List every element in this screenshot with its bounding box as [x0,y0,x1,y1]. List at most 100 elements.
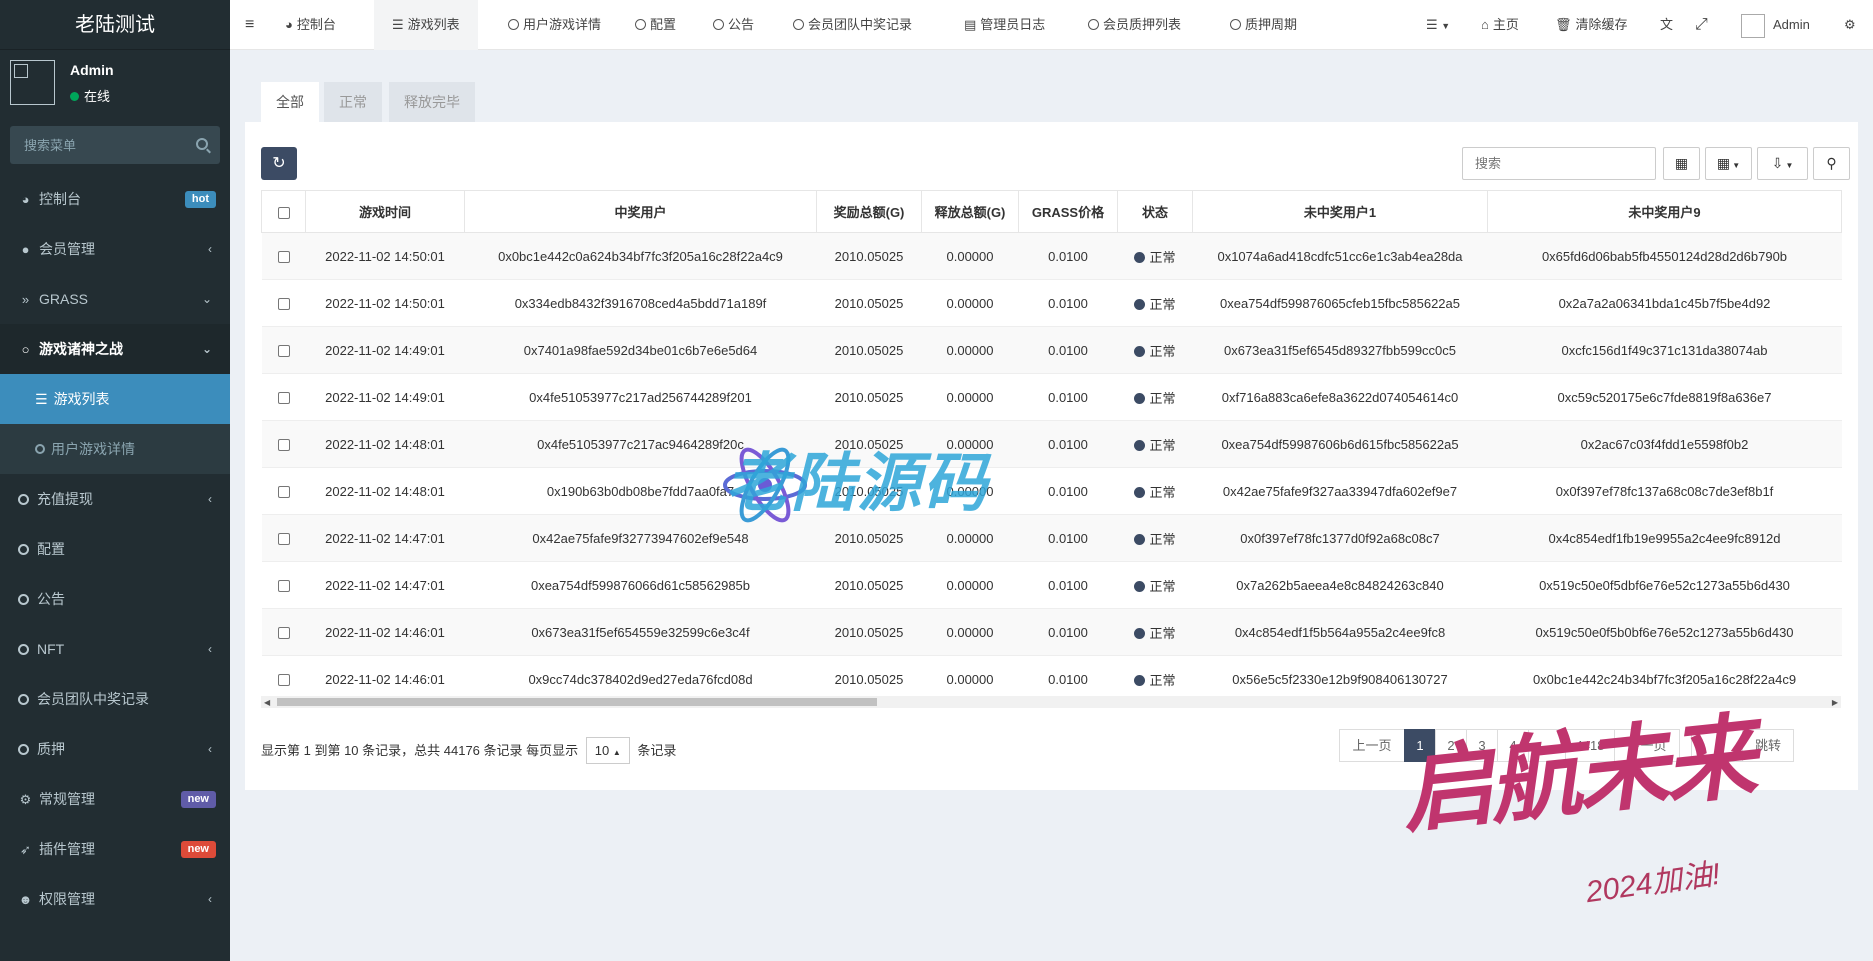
language-icon[interactable]: 文 [1652,0,1681,50]
admin-menu[interactable]: Admin [1733,0,1818,50]
tab-notice[interactable]: 公告 [701,0,766,50]
row-checkbox[interactable] [277,580,290,593]
table-row: 2022-11-02 14:46:01 0x673ea31f5ef654559e3… [261,608,1842,656]
loser-9-cell: 0x0f397ef78fc137a68c08c7de3ef8b1f [1487,467,1842,515]
loser-1-cell: 0x7a262b5aeea4e8c84824263c840 [1192,561,1488,609]
tab-game-list[interactable]: ☰ 游戏列表 [374,0,478,50]
tab-dashboard[interactable]: ◕ 控制台 [273,0,348,50]
tab-user-game-detail[interactable]: 用户游戏详情 [496,0,613,50]
sidebar-item-recharge[interactable]: 充值提现 ‹ [0,474,230,524]
col-header-release-total[interactable]: 释放总额(G) [921,190,1019,233]
row-checkbox[interactable] [277,674,290,687]
row-checkbox[interactable] [277,345,290,358]
table-header-row: 游戏时间 中奖用户 奖励总额(G) 释放总额(G) GRASS价格 状态 未中奖… [261,190,1842,233]
search-toggle-button[interactable]: ⚲ [1813,147,1850,180]
sidebar-item-label: 会员管理 [39,241,95,257]
col-header-grass-price[interactable]: GRASS价格 [1018,190,1118,233]
table-row: 2022-11-02 14:48:01 0x190b63b0db08be7fdd7… [261,467,1842,515]
refresh-button[interactable]: ↻ [261,147,297,180]
table-row: 2022-11-02 14:49:01 0x4fe51053977c217ad25… [261,373,1842,421]
filter-tab-normal[interactable]: 正常 [324,82,382,122]
more-tabs-dropdown[interactable]: ☰ ▼ [1418,0,1458,50]
scroll-left-icon[interactable]: ◀ [264,698,270,707]
tab-member-pledge[interactable]: 会员质押列表 [1076,0,1193,50]
row-checkbox[interactable] [277,627,290,640]
row-checkbox[interactable] [277,439,290,452]
group-icon: ☻ [18,892,33,907]
tab-pledge-cycle[interactable]: 质押周期 [1218,0,1309,50]
row-select-cell [261,561,306,609]
sidebar-item-config[interactable]: 配置 [0,524,230,574]
col-header-status[interactable]: 状态 [1117,190,1193,233]
tab-config[interactable]: 配置 [623,0,688,50]
table-row: 2022-11-02 14:48:01 0x4fe51053977c217ac94… [261,420,1842,468]
page-size-select[interactable]: 10 ▲ [585,737,630,764]
export-button[interactable]: ⇩ ▼ [1757,147,1808,180]
clear-cache-button[interactable]: 🗑 清除缓存 [1547,0,1636,50]
sidebar-item-game-list[interactable]: ☰ 游戏列表 [0,374,230,424]
circle-icon [18,744,29,755]
table-search-input[interactable] [1462,147,1656,180]
circle-icon: ○ [21,342,30,357]
tab-label: 控制台 [296,17,336,32]
table-view-icon: ▦ [1674,155,1689,171]
list-icon: ☰ [392,17,404,32]
col-header-loser-9[interactable]: 未中奖用户9 [1487,190,1842,233]
toggle-view-button[interactable]: ▦ [1663,147,1700,180]
game-time-cell: 2022-11-02 14:46:01 [305,608,465,656]
filter-tab-released[interactable]: 释放完毕 [389,82,475,122]
sidebar-item-nft[interactable]: NFT ‹ [0,624,230,674]
top-navbar: ≡ ◕ 控制台 ☰ 游戏列表 用户游戏详情 配置 公告 会员团队中奖记录 ▤ 管理员日… [230,0,1873,50]
sidebar-item-pledge[interactable]: 质押 ‹ [0,724,230,774]
row-select-cell [261,373,306,421]
sidebar-item-notice[interactable]: 公告 [0,574,230,624]
app-title[interactable]: 老陆测试 [0,0,230,50]
sidebar-item-members[interactable]: ● 会员管理 ‹ [0,224,230,274]
col-header-game-time[interactable]: 游戏时间 [305,190,465,233]
col-header-winner[interactable]: 中奖用户 [464,190,817,233]
sidebar-item-plugins[interactable]: ➶ 插件管理 new [0,824,230,874]
status-cell: 正常 [1117,420,1193,468]
fullscreen-icon[interactable]: ⤢ [1687,0,1716,50]
sidebar-item-user-game-detail[interactable]: 用户游戏详情 [0,424,230,474]
game-time-cell: 2022-11-02 14:49:01 [305,373,465,421]
sidebar-item-team-winning[interactable]: 会员团队中奖记录 [0,674,230,724]
sidebar-item-game[interactable]: ○ 游戏诸神之战 ⌄ [0,324,230,374]
loser-1-cell: 0x42ae75fafe9f327aa33947dfa602ef9e7 [1192,467,1488,515]
release-total-cell: 0.00000 [921,326,1019,374]
row-checkbox[interactable] [277,486,290,499]
winner-cell: 0x7401a98fae592d34be01c6b7e6e5d64 [464,326,817,374]
sidebar-search[interactable] [10,126,220,164]
sidebar-item-dashboard[interactable]: ◕ 控制台 hot [0,174,230,224]
tab-label: 用户游戏详情 [523,17,602,32]
row-checkbox[interactable] [277,298,290,311]
search-icon[interactable] [196,138,208,150]
home-icon: ⌂ [1481,17,1489,32]
tab-admin-log[interactable]: ▤ 管理员日志 [952,0,1057,50]
tab-team-winning[interactable]: 会员团队中奖记录 [781,0,924,50]
columns-button[interactable]: ▦ ▼ [1705,147,1752,180]
sidebar-item-general[interactable]: ⚙ 常规管理 new [0,774,230,824]
row-checkbox[interactable] [277,392,290,405]
sidebar-search-input[interactable] [10,126,220,164]
row-checkbox[interactable] [277,251,290,264]
admin-label: Admin [1773,17,1810,32]
scrollbar-thumb[interactable] [277,698,877,706]
sidebar-item-permissions[interactable]: ☻ 权限管理 ‹ [0,874,230,924]
row-checkbox[interactable] [277,533,290,546]
home-link[interactable]: ⌂ 主页 [1473,0,1527,50]
watermark-2024: 2024加油! [1583,857,1723,910]
col-header-reward-total[interactable]: 奖励总额(G) [816,190,922,233]
filter-tab-all[interactable]: 全部 [261,82,319,122]
status-dot-icon [1134,533,1146,545]
reward-total-cell: 2010.05025 [816,279,922,327]
table-row: 2022-11-02 14:47:01 0xea754df599876066d61… [261,561,1842,609]
game-time-cell: 2022-11-02 14:50:01 [305,279,465,327]
sidebar-item-grass[interactable]: » GRASS ⌄ [0,274,230,324]
scroll-right-icon[interactable]: ▶ [1832,698,1838,707]
circle-icon [508,19,519,30]
select-all-checkbox[interactable] [277,206,290,219]
col-header-loser-1[interactable]: 未中奖用户1 [1192,190,1488,233]
settings-gear-icon[interactable]: ⚙ [1836,0,1864,50]
menu-toggle-icon[interactable]: ≡ [245,0,254,50]
